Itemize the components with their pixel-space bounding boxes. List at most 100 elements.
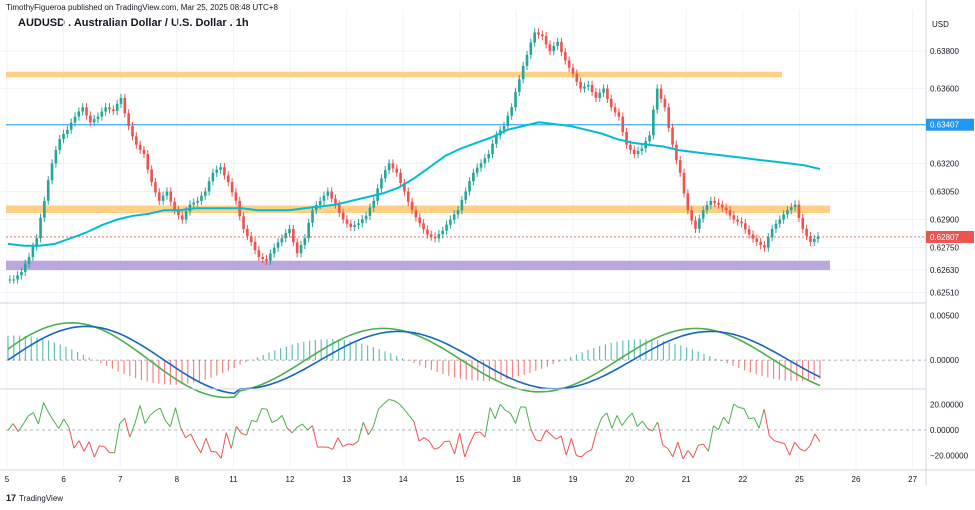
candle-body <box>257 250 261 257</box>
oscillator-segment <box>702 443 709 452</box>
oscillator-segment <box>266 409 273 423</box>
tradingview-logo-icon: 17 <box>6 493 17 503</box>
candle-body <box>537 32 540 35</box>
oscillator-segment <box>743 408 750 420</box>
oscillator-segment <box>576 455 582 458</box>
oscillator-segment <box>88 441 95 458</box>
candle-body <box>483 158 487 164</box>
candle-body <box>717 202 720 205</box>
oscillator-segment <box>555 435 562 440</box>
candle-body <box>207 181 211 192</box>
oscillator-segment <box>540 430 547 442</box>
oscillator-segment <box>53 420 60 429</box>
candle-body <box>357 223 360 225</box>
candle-body <box>575 73 579 82</box>
oscillator-segment <box>763 409 770 436</box>
y-tick-label: 0.63200 <box>930 159 959 168</box>
candle-body <box>736 219 739 222</box>
oscillator-segment <box>276 414 283 421</box>
oscillator-segment <box>489 407 496 419</box>
candle-body <box>705 205 709 211</box>
candle-body <box>138 144 142 150</box>
oscillator-segment <box>43 402 50 413</box>
macd-y-tick-label: 0.00000 <box>930 356 959 365</box>
x-tick-label: 6 <box>61 475 66 484</box>
candle-body <box>426 229 429 235</box>
oscillator-segment <box>804 445 811 452</box>
candle-body <box>598 92 602 98</box>
candle-body <box>740 221 743 224</box>
candle-body <box>521 65 525 80</box>
candle-body <box>96 116 100 120</box>
candle-body <box>127 113 130 126</box>
x-tick-label: 8 <box>175 475 180 484</box>
tradingview-logo-text: TradingView <box>19 493 64 503</box>
candle-body <box>690 210 694 221</box>
oscillator-segment <box>307 425 313 431</box>
x-tick-label: 20 <box>625 475 634 484</box>
candle-body <box>50 163 54 181</box>
candle-body <box>368 207 372 216</box>
oscillator-segment <box>200 438 207 453</box>
x-tick-label: 15 <box>455 475 464 484</box>
oscillator-segment <box>469 432 476 444</box>
candle-body <box>280 238 284 243</box>
oscillator-segment <box>154 407 161 412</box>
candle-body <box>747 229 751 235</box>
oscillator-segment <box>28 412 34 417</box>
candle-body <box>16 275 19 280</box>
candle-body <box>265 259 268 261</box>
candle-body <box>303 238 307 245</box>
oscillator-segment <box>713 425 719 430</box>
candle-body <box>23 263 27 272</box>
oscillator-panel <box>6 398 926 460</box>
chart-canvas[interactable]: 5 6 7 8 11 12 13 14 15 18 19 20 21 22 25 26 27 0.63800 0.6… <box>0 0 975 510</box>
candle-body <box>510 107 513 116</box>
oscillator-segment <box>144 415 151 424</box>
candle-body <box>410 201 414 211</box>
candle-body <box>560 41 563 53</box>
candle-body <box>372 200 376 208</box>
oscillator-segment <box>174 407 182 428</box>
candle-body <box>613 107 617 113</box>
oscillator-segment <box>596 417 603 431</box>
candle-body <box>472 172 475 182</box>
oscillator-segment <box>215 451 222 459</box>
oscillator-segment <box>190 433 197 445</box>
oscillator-segment <box>789 442 796 456</box>
osc-y-tick-label: 0.00000 <box>930 426 959 435</box>
oscillator-segment <box>297 423 303 428</box>
oscillator-segment <box>692 445 699 458</box>
candle-body <box>475 167 479 173</box>
candle-body <box>491 143 494 155</box>
oscillator-segment <box>438 441 445 448</box>
oscillator-segment <box>180 427 187 439</box>
oscillator-segment <box>698 443 704 446</box>
candle-body <box>73 116 77 123</box>
candle-body <box>452 214 456 220</box>
candle-body <box>793 204 797 208</box>
candle-body <box>192 202 196 205</box>
candle-body <box>778 219 782 224</box>
candle-body <box>399 172 402 184</box>
candle-body <box>62 133 65 140</box>
oscillator-segment <box>159 407 166 421</box>
oscillator-segment <box>505 409 511 414</box>
candle-body <box>292 228 295 243</box>
tradingview-footer[interactable]: 17 TradingView <box>6 493 63 503</box>
candle-body <box>445 224 448 231</box>
candle-body <box>751 234 755 239</box>
oscillator-segment <box>494 404 501 419</box>
candle-body <box>66 129 69 134</box>
oscillator-segment <box>550 434 557 440</box>
x-tick-label: 12 <box>286 475 295 484</box>
oscillator-segment <box>723 416 730 425</box>
candle-body <box>606 88 609 99</box>
oscillator-segment <box>205 438 212 452</box>
candle-body <box>567 60 571 68</box>
candle-body <box>406 191 410 202</box>
oscillator-segment <box>753 417 760 429</box>
candle-body <box>85 107 88 116</box>
oscillator-segment <box>423 437 430 442</box>
candle-body <box>123 97 127 114</box>
